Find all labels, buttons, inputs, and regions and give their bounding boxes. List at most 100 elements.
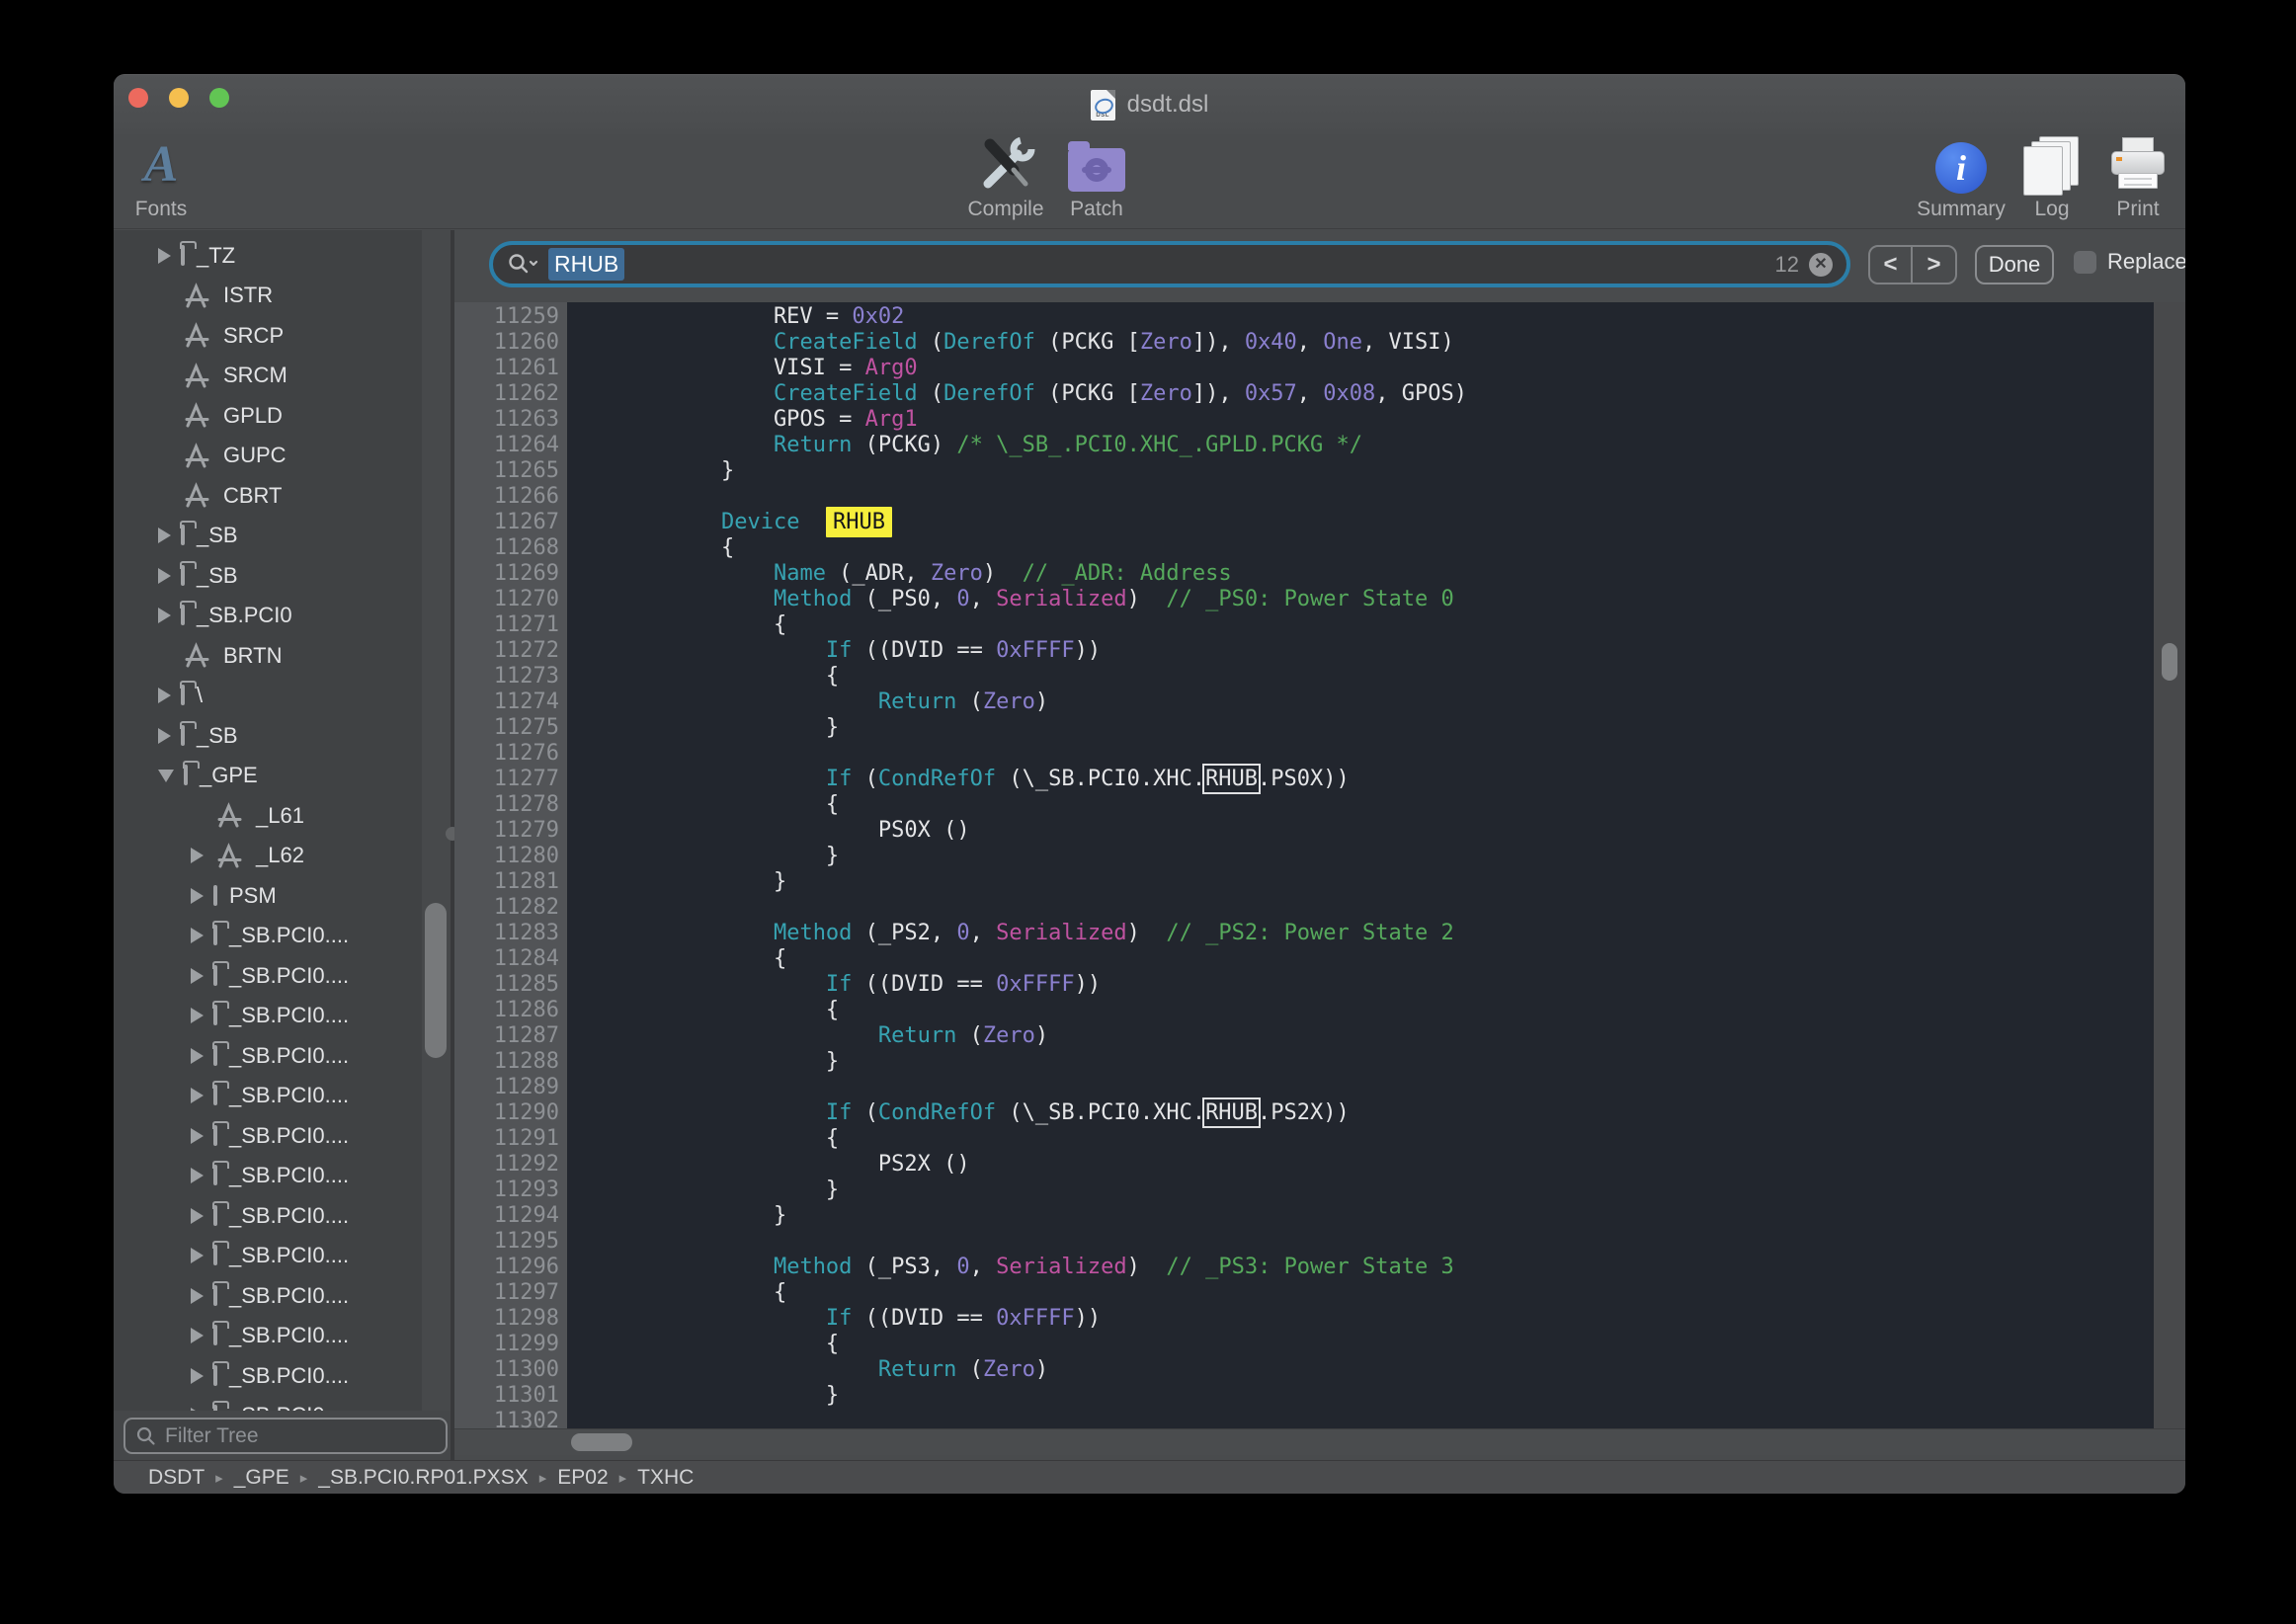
tree-item-sbpci0[interactable]: _SB.PCI0.... xyxy=(114,996,422,1036)
line-number: 11263 xyxy=(454,407,559,433)
code-line xyxy=(616,741,2154,767)
tree-item-sbpci0[interactable]: _SB.PCI0.... xyxy=(114,1275,422,1316)
tree-item-tz[interactable]: _TZ xyxy=(114,235,422,276)
tree-item-label: _SB.PCI0.... xyxy=(229,1083,349,1108)
tree-item-label: _SB xyxy=(197,723,238,749)
print-button[interactable]: Print xyxy=(2096,134,2179,229)
tree-item-srcp[interactable]: SRCP xyxy=(114,315,422,356)
tree-item-srcm[interactable]: SRCM xyxy=(114,356,422,396)
code-line: { xyxy=(616,1332,2154,1357)
filter-tree-input[interactable]: Filter Tree xyxy=(123,1418,448,1454)
disclosure-triangle-icon[interactable] xyxy=(191,1328,204,1343)
code-horizontal-scrollbar-thumb[interactable] xyxy=(571,1433,632,1451)
breadcrumb-separator-icon: ▸ xyxy=(619,1469,627,1487)
summary-button[interactable]: i Summary xyxy=(1912,134,2010,229)
tree-scrollbar[interactable] xyxy=(422,230,451,1460)
disclosure-triangle-icon[interactable] xyxy=(191,1168,204,1183)
line-number: 11295 xyxy=(454,1229,559,1255)
code-vertical-scrollbar-thumb[interactable] xyxy=(2162,643,2177,681)
disclosure-triangle-icon[interactable] xyxy=(191,1368,204,1384)
disclosure-triangle-icon[interactable] xyxy=(191,1288,204,1304)
tree-item-istr[interactable]: ISTR xyxy=(114,276,422,316)
breadcrumb-separator-icon: ▸ xyxy=(215,1469,223,1487)
line-number: 11277 xyxy=(454,767,559,792)
namespace-tree[interactable]: _TZISTRSRCPSRCMGPLDGUPCCBRT_SB_SB_SB.PCI… xyxy=(114,230,422,1411)
line-number: 11275 xyxy=(454,715,559,741)
disclosure-triangle-icon[interactable] xyxy=(191,1008,204,1023)
breadcrumb-item[interactable]: _GPE xyxy=(234,1466,289,1490)
breadcrumb-item[interactable]: _SB.PCI0.RP01.PXSX xyxy=(318,1466,528,1490)
line-number: 11287 xyxy=(454,1023,559,1049)
code-line: CreateField (DerefOf (PCKG [Zero]), 0x40… xyxy=(616,330,2154,356)
scope-folder-icon xyxy=(213,967,217,985)
title-bar[interactable]: DSL dsdt.dsl xyxy=(114,75,2185,134)
tree-item-psm[interactable]: PSM xyxy=(114,875,422,916)
code-editor[interactable]: REV = 0x02 CreateField (DerefOf (PCKG [Z… xyxy=(567,302,2154,1428)
code-line: PS0X () xyxy=(616,818,2154,844)
disclosure-triangle-icon[interactable] xyxy=(191,1128,204,1144)
disclosure-triangle-icon[interactable] xyxy=(158,688,171,703)
disclosure-triangle-icon[interactable] xyxy=(191,848,204,863)
breadcrumb-item[interactable]: EP02 xyxy=(557,1466,608,1490)
done-button[interactable]: Done xyxy=(1975,245,2054,284)
tree-item-sbpci0[interactable]: _SB.PCI0 xyxy=(114,596,422,636)
tree-item-sb[interactable]: _SB xyxy=(114,715,422,756)
disclosure-triangle-icon[interactable] xyxy=(158,608,171,623)
disclosure-triangle-icon[interactable] xyxy=(191,968,204,984)
tree-item-sbpci0[interactable]: _SB.PCI0.... xyxy=(114,916,422,956)
tree-item-sbpci0[interactable]: _SB.PCI0.... xyxy=(114,1316,422,1356)
disclosure-triangle-icon[interactable] xyxy=(158,728,171,744)
tree-item-sbpci0[interactable]: _SB.PCI0.... xyxy=(114,1195,422,1236)
find-previous-button[interactable]: < xyxy=(1870,247,1913,283)
breadcrumb-item[interactable]: TXHC xyxy=(637,1466,694,1490)
tree-item-sbpci0[interactable]: _SB.PCI0.... xyxy=(114,1355,422,1396)
code-horizontal-scrollbar[interactable] xyxy=(454,1428,2185,1455)
tree-item-sb[interactable]: _SB xyxy=(114,516,422,556)
tree-item-sbpci0[interactable]: _SB.PCI0.... xyxy=(114,955,422,996)
code-vertical-scrollbar[interactable] xyxy=(2154,302,2185,1428)
disclosure-triangle-icon[interactable] xyxy=(158,770,174,782)
breadcrumb-item[interactable]: DSDT xyxy=(148,1466,205,1490)
disclosure-triangle-icon[interactable] xyxy=(191,928,204,943)
line-number: 11278 xyxy=(454,792,559,818)
tree-scrollbar-thumb[interactable] xyxy=(425,903,447,1058)
disclosure-triangle-icon[interactable] xyxy=(191,1048,204,1064)
fonts-button[interactable]: A Fonts xyxy=(122,134,201,229)
tree-item-l61[interactable]: _L61 xyxy=(114,795,422,836)
tree-item-brtn[interactable]: BRTN xyxy=(114,635,422,676)
tree-item-sbpci0[interactable]: _SB.PCI0.... xyxy=(114,1156,422,1196)
disclosure-triangle-icon[interactable] xyxy=(191,1248,204,1263)
tree-item-[interactable]: \ xyxy=(114,676,422,716)
replace-checkbox[interactable] xyxy=(2074,251,2096,274)
line-number: 11294 xyxy=(454,1203,559,1229)
disclosure-triangle-icon[interactable] xyxy=(158,568,171,584)
find-match-outline: RHUB xyxy=(1205,767,1258,791)
disclosure-triangle-icon[interactable] xyxy=(158,528,171,543)
tree-item-sb[interactable]: _SB xyxy=(114,555,422,596)
compile-button[interactable]: Compile xyxy=(956,134,1055,229)
find-input[interactable]: RHUB 12 ✕ xyxy=(489,241,1850,287)
disclosure-triangle-icon[interactable] xyxy=(191,1208,204,1224)
log-button[interactable]: Log xyxy=(2008,134,2096,229)
tree-item-sbpci0[interactable]: _SB.PCI0.... xyxy=(114,1076,422,1116)
tree-item-gupc[interactable]: GUPC xyxy=(114,436,422,476)
tree-item-gpld[interactable]: GPLD xyxy=(114,395,422,436)
tree-item-sbpci0[interactable]: _SB.PCI0.... xyxy=(114,1236,422,1276)
tree-item-gpe[interactable]: _GPE xyxy=(114,756,422,796)
code-line: Return (Zero) xyxy=(616,1357,2154,1383)
disclosure-triangle-icon[interactable] xyxy=(158,248,171,264)
code-line: } xyxy=(616,869,2154,895)
disclosure-triangle-icon[interactable] xyxy=(191,888,204,904)
tree-item-sbpci0[interactable]: _SB.PCI0.... xyxy=(114,1396,422,1412)
clear-search-button[interactable]: ✕ xyxy=(1809,253,1833,277)
tree-item-l62[interactable]: _L62 xyxy=(114,836,422,876)
tree-item-sbpci0[interactable]: _SB.PCI0.... xyxy=(114,1115,422,1156)
disclosure-triangle-icon[interactable] xyxy=(191,1088,204,1103)
tree-item-cbrt[interactable]: CBRT xyxy=(114,475,422,516)
find-prev-next-control: < > xyxy=(1868,245,1957,284)
patch-button[interactable]: Patch xyxy=(1047,134,1146,229)
find-next-button[interactable]: > xyxy=(1913,247,1955,283)
tree-item-sbpci0[interactable]: _SB.PCI0.... xyxy=(114,1035,422,1076)
find-match-outline: RHUB xyxy=(1205,1100,1258,1125)
fonts-label: Fonts xyxy=(135,198,188,221)
